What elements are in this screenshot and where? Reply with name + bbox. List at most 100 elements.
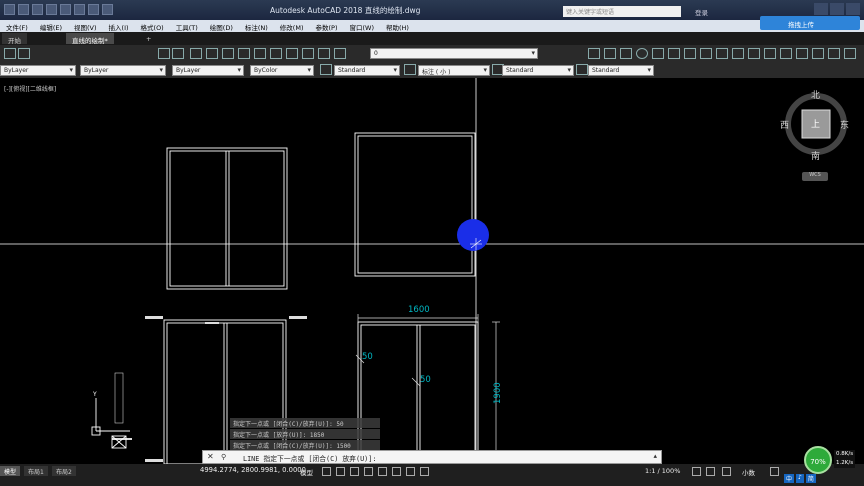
maximize-icon[interactable] <box>830 3 844 15</box>
polyline-icon[interactable] <box>604 48 616 59</box>
drawing-canvas[interactable]: Y 1600 50 50 1900 <box>0 78 864 464</box>
tab-model[interactable]: 模型 <box>0 466 21 476</box>
tool-palettes-icon[interactable] <box>286 48 298 59</box>
text-icon[interactable] <box>780 48 792 59</box>
close-command-icon[interactable]: ✕ <box>207 452 214 461</box>
design-center-icon[interactable] <box>270 48 282 59</box>
performance-meter[interactable]: 70% <box>804 446 832 474</box>
layer-state-icon[interactable] <box>18 48 30 59</box>
block-icon[interactable] <box>796 48 808 59</box>
dimension-icon[interactable] <box>844 48 856 59</box>
minimize-icon[interactable] <box>814 3 828 15</box>
menu-item[interactable]: 帮助(H) <box>380 20 415 32</box>
menu-item[interactable]: 插入(I) <box>103 20 135 32</box>
compass-east[interactable]: 东 <box>840 118 849 131</box>
baidu-upload-button[interactable]: 拖拽上传 <box>760 16 860 30</box>
zoom-window-icon[interactable] <box>222 48 234 59</box>
wcs-menu[interactable]: WCS <box>802 172 828 181</box>
polygon-icon[interactable] <box>620 48 632 59</box>
print-icon[interactable] <box>74 4 85 15</box>
hatch-icon[interactable] <box>716 48 728 59</box>
zoom-previous-icon[interactable] <box>238 48 250 59</box>
otrack-icon[interactable] <box>392 467 401 476</box>
snap-icon[interactable] <box>336 467 345 476</box>
redo-icon[interactable] <box>172 48 184 59</box>
sign-in-link[interactable]: 登录 <box>695 7 708 17</box>
workspace-icon[interactable] <box>692 467 701 476</box>
text-style-icon[interactable] <box>320 64 332 75</box>
tab-add[interactable]: + <box>140 33 157 44</box>
sheet-set-icon[interactable] <box>302 48 314 59</box>
ime-item[interactable]: 简 <box>805 474 816 483</box>
viewcube-top-face[interactable]: 上 <box>811 117 820 130</box>
ime-item[interactable]: ♪ <box>796 474 804 483</box>
mleader-style-dropdown[interactable]: Standard <box>588 65 654 76</box>
compass-south[interactable]: 南 <box>811 149 820 162</box>
annotation-monitor-icon[interactable] <box>706 467 715 476</box>
text-style-dropdown[interactable]: Standard <box>334 65 400 76</box>
dim-style-icon[interactable] <box>404 64 416 75</box>
table-icon[interactable] <box>764 48 776 59</box>
redo-icon[interactable] <box>102 4 113 15</box>
lineweight-dropdown[interactable]: ByLayer <box>172 65 244 76</box>
ime-item[interactable]: 中 <box>784 474 795 483</box>
viewcube[interactable]: 北 南 东 西 上 <box>780 88 852 168</box>
menu-item[interactable]: 格式(O) <box>135 20 170 32</box>
circle-icon[interactable] <box>636 48 648 59</box>
compass-west[interactable]: 西 <box>780 118 789 131</box>
layer-dropdown[interactable]: 0 <box>370 48 538 59</box>
properties-icon[interactable] <box>254 48 266 59</box>
menu-item[interactable]: 工具(T) <box>170 20 204 32</box>
app-menu-icon[interactable] <box>4 4 15 15</box>
menu-item[interactable]: 窗口(W) <box>343 20 380 32</box>
zoom-realtime-icon[interactable] <box>206 48 218 59</box>
gradient-icon[interactable] <box>732 48 744 59</box>
pan-icon[interactable] <box>190 48 202 59</box>
mleader-style-icon[interactable] <box>576 64 588 75</box>
window-elevation-2[interactable] <box>354 132 476 277</box>
search-input[interactable]: 键入关键字或短语 <box>563 6 681 17</box>
plotstyle-dropdown[interactable]: ByColor <box>250 65 314 76</box>
menu-item[interactable]: 文件(F) <box>0 20 34 32</box>
grid-icon[interactable] <box>322 467 331 476</box>
new-file-icon[interactable] <box>18 4 29 15</box>
tab-layout2[interactable]: 布局2 <box>52 466 76 476</box>
customize-icon[interactable] <box>770 467 779 476</box>
insert-icon[interactable] <box>828 48 840 59</box>
lineweight-icon[interactable] <box>406 467 415 476</box>
units-icon[interactable] <box>722 467 731 476</box>
command-line[interactable]: ✕ ⚲ LINE 指定下一点或 [闭合(C) 放弃(U)]: ▴ <box>202 450 662 464</box>
open-file-icon[interactable] <box>32 4 43 15</box>
menu-item[interactable]: 绘图(D) <box>204 20 239 32</box>
menu-item[interactable]: 参数(P) <box>309 20 343 32</box>
layer-properties-icon[interactable] <box>4 48 16 59</box>
linetype-dropdown[interactable]: ByLayer <box>80 65 166 76</box>
undo-icon[interactable] <box>158 48 170 59</box>
units-dropdown[interactable]: 小数 <box>742 467 755 477</box>
markup-icon[interactable] <box>318 48 330 59</box>
undo-icon[interactable] <box>88 4 99 15</box>
color-dropdown[interactable]: ByLayer <box>0 65 76 76</box>
compass-north[interactable]: 北 <box>811 88 820 101</box>
dim-style-dropdown[interactable]: 标注 ( 小 ) <box>418 65 490 76</box>
tab-document[interactable]: 直线的绘制* <box>66 33 114 45</box>
osnap-icon[interactable] <box>378 467 387 476</box>
ortho-icon[interactable] <box>350 467 359 476</box>
ellipse-icon[interactable] <box>700 48 712 59</box>
menu-item[interactable]: 编辑(E) <box>34 20 68 32</box>
rectangle-icon[interactable] <box>668 48 680 59</box>
menu-item[interactable]: 视图(V) <box>68 20 103 32</box>
calculator-icon[interactable] <box>334 48 346 59</box>
menu-item[interactable]: 修改(M) <box>274 20 310 32</box>
annotation-scale[interactable]: 1:1 / 100% <box>645 467 680 475</box>
search-command-icon[interactable]: ⚲ <box>221 453 226 461</box>
model-space-button[interactable]: 模型 <box>300 467 313 477</box>
command-history-toggle-icon[interactable]: ▴ <box>653 452 657 460</box>
transparency-icon[interactable] <box>420 467 429 476</box>
spline-icon[interactable] <box>684 48 696 59</box>
menu-item[interactable]: 标注(N) <box>239 20 274 32</box>
polar-icon[interactable] <box>364 467 373 476</box>
close-icon[interactable] <box>846 3 860 15</box>
save-icon[interactable] <box>46 4 57 15</box>
point-icon[interactable] <box>812 48 824 59</box>
